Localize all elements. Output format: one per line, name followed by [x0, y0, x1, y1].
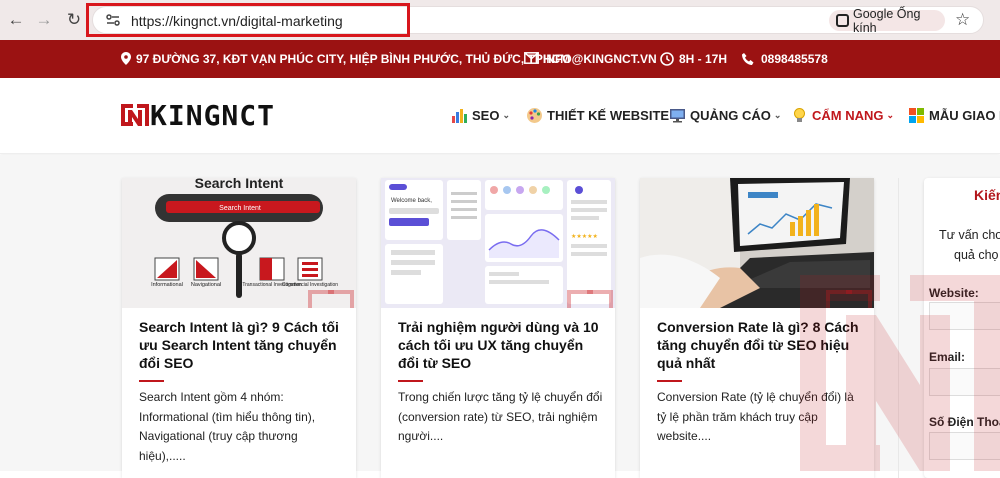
- site-header: KINGNCT SEO ⌄ THIẾT KẾ WEBSITE QUẢNG CÁO…: [0, 78, 1000, 154]
- nav-ads-label: QUẢNG CÁO: [690, 108, 771, 123]
- clock-icon: [660, 52, 674, 69]
- post-excerpt: Search Intent gồm 4 nhóm: Informational …: [139, 390, 316, 463]
- nav-seo[interactable]: SEO ⌄: [451, 107, 510, 124]
- nav-templates[interactable]: MẪU GIAO D: [908, 107, 1000, 124]
- illustration-label: Navigational: [191, 282, 221, 288]
- email-text[interactable]: INFO@KINGNCT.VN: [543, 52, 657, 66]
- back-icon[interactable]: ←: [3, 7, 29, 33]
- chevron-down-icon: ⌄: [502, 110, 511, 120]
- illustration-heading: Search Intent: [195, 178, 284, 191]
- lens-icon: [836, 14, 849, 27]
- monitor-icon: [670, 109, 685, 123]
- location-icon: [121, 52, 131, 68]
- phone-icon: [741, 52, 755, 69]
- post-title[interactable]: Search Intent là gì? 9 Cách tối ưu Searc…: [139, 318, 344, 372]
- post-title[interactable]: Trải nghiệm người dùng và 10 cách tối ưu…: [398, 318, 603, 372]
- post-thumbnail[interactable]: Search Intent Search Intent Informationa…: [122, 178, 356, 308]
- post-card[interactable]: Welcome back, ★★★★★ Trải nghiệm người dù…: [381, 178, 615, 478]
- url-highlight-box: [86, 3, 410, 37]
- illustration-welcome: Welcome back,: [391, 198, 432, 204]
- chevron-down-icon: ⌄: [886, 110, 895, 120]
- bookmark-star-icon[interactable]: ☆: [955, 10, 970, 30]
- ux-dashboard-illustration: Welcome back, ★★★★★: [385, 180, 613, 308]
- address-text: 97 ĐƯỜNG 37, KĐT VẠN PHÚC CITY, HIỆP BÌN…: [136, 52, 571, 66]
- lens-label: Google Ống kính: [853, 6, 921, 35]
- hours-text: 8H - 17H: [679, 52, 728, 66]
- palette-icon: [527, 108, 542, 123]
- logo-watermark-icon: [800, 275, 1000, 471]
- google-lens-button[interactable]: Google Ống kính: [829, 7, 945, 35]
- search-intent-illustration: Search Intent Search Intent Informationa…: [151, 178, 354, 308]
- chevron-down-icon: ⌄: [773, 110, 782, 120]
- nav-handbook-label: CẨM NANG: [812, 108, 884, 123]
- nav-templates-label: MẪU GIAO D: [929, 108, 1000, 123]
- form-description: Tư vấn cho quả chọ: [939, 226, 1000, 265]
- reload-icon[interactable]: ↻: [61, 7, 87, 33]
- title-underline: [657, 380, 682, 382]
- lightbulb-icon: [794, 108, 805, 122]
- logo-mark-icon[interactable]: [121, 104, 149, 126]
- form-description-line: quả chọ: [954, 247, 999, 262]
- top-info-bar: 97 ĐƯỜNG 37, KĐT VẠN PHÚC CITY, HIỆP BÌN…: [0, 40, 1000, 78]
- nav-seo-label: SEO: [472, 108, 500, 123]
- nav-web-design[interactable]: THIẾT KẾ WEBSITE: [526, 107, 669, 124]
- nav-ads[interactable]: QUẢNG CÁO ⌄: [669, 107, 781, 124]
- chart-icon: [452, 109, 467, 123]
- illustration-label: Commercial Investigation: [282, 282, 338, 288]
- post-excerpt: Trong chiến lược tăng tỷ lệ chuyển đổi (…: [398, 390, 603, 443]
- form-title: Kiến: [974, 187, 1000, 203]
- forward-icon[interactable]: →: [31, 7, 57, 33]
- title-underline: [139, 380, 164, 382]
- nav-web-design-label: THIẾT KẾ WEBSITE: [547, 108, 670, 123]
- post-thumbnail[interactable]: Welcome back, ★★★★★: [381, 178, 615, 308]
- phone-text[interactable]: 0898485578: [761, 52, 828, 66]
- svg-text:★★★★★: ★★★★★: [571, 233, 598, 240]
- nav-handbook[interactable]: CẨM NANG ⌄: [791, 107, 894, 124]
- logo-text[interactable]: KINGNCT: [150, 99, 275, 132]
- email-icon: [524, 52, 539, 67]
- title-underline: [398, 380, 423, 382]
- form-description-line: Tư vấn cho: [939, 228, 1000, 242]
- post-card[interactable]: Search Intent Search Intent Informationa…: [122, 178, 356, 478]
- illustration-bar-text: Search Intent: [219, 205, 261, 212]
- illustration-label: Informational: [151, 282, 183, 288]
- windows-icon: [909, 108, 924, 123]
